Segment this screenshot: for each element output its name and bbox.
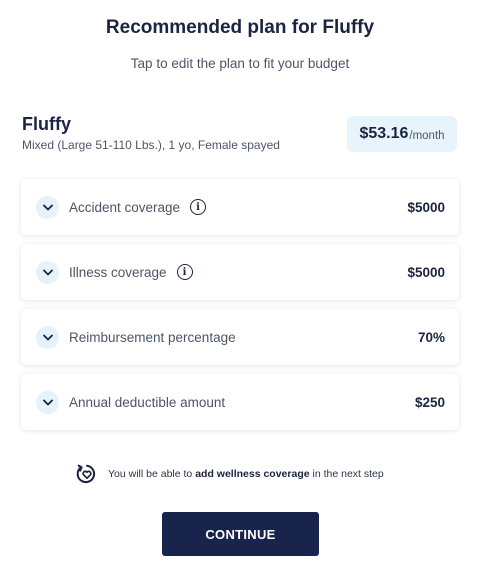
coverage-value: $5000 xyxy=(407,264,445,280)
coverage-label: Illness coverage xyxy=(69,264,167,280)
info-icon[interactable]: i xyxy=(176,264,193,280)
wellness-note: You will be able to add wellness coverag… xyxy=(75,462,415,486)
price-amount: $53.16 xyxy=(359,125,409,142)
chevron-down-icon[interactable] xyxy=(36,325,59,349)
coverage-item-reimbursement[interactable]: Reimbursement percentage 70% xyxy=(21,309,459,365)
wellness-note-prefix: You will be able to xyxy=(108,468,196,480)
heart-refresh-icon xyxy=(76,464,96,484)
chevron-down-icon[interactable] xyxy=(36,195,59,219)
pet-name: Fluffy xyxy=(22,114,71,134)
coverage-item-accident[interactable]: Accident coverage i $5000 xyxy=(21,179,459,235)
price-unit: /month xyxy=(409,129,445,142)
coverage-value: 70% xyxy=(417,329,445,345)
coverage-list: Accident coverage i $5000 Illness covera… xyxy=(21,179,459,439)
coverage-label: Reimbursement percentage xyxy=(69,329,236,345)
chevron-down-icon[interactable] xyxy=(36,260,59,284)
coverage-label: Accident coverage xyxy=(69,199,181,215)
coverage-value: $250 xyxy=(414,394,445,410)
wellness-note-emphasis: add wellness coverage xyxy=(195,468,310,480)
continue-button[interactable]: CONTINUE xyxy=(162,512,319,556)
coverage-item-deductible[interactable]: Annual deductible amount $250 xyxy=(21,374,459,430)
page-subtitle: Tap to edit the plan to fit your budget xyxy=(130,56,350,71)
wellness-note-text: You will be able to add wellness coverag… xyxy=(108,468,384,480)
coverage-item-illness[interactable]: Illness coverage i $5000 xyxy=(21,244,459,300)
coverage-label: Annual deductible amount xyxy=(69,394,226,410)
monthly-price-badge: $53.16 /month xyxy=(347,116,457,152)
wellness-note-suffix: in the next step xyxy=(309,468,384,480)
chevron-down-icon[interactable] xyxy=(36,390,59,414)
pet-details: Mixed (Large 51-110 Lbs.), 1 yo, Female … xyxy=(22,138,280,152)
page-title: Recommended plan for Fluffy xyxy=(105,17,375,38)
info-icon[interactable]: i xyxy=(190,199,207,215)
coverage-value: $5000 xyxy=(407,199,445,215)
